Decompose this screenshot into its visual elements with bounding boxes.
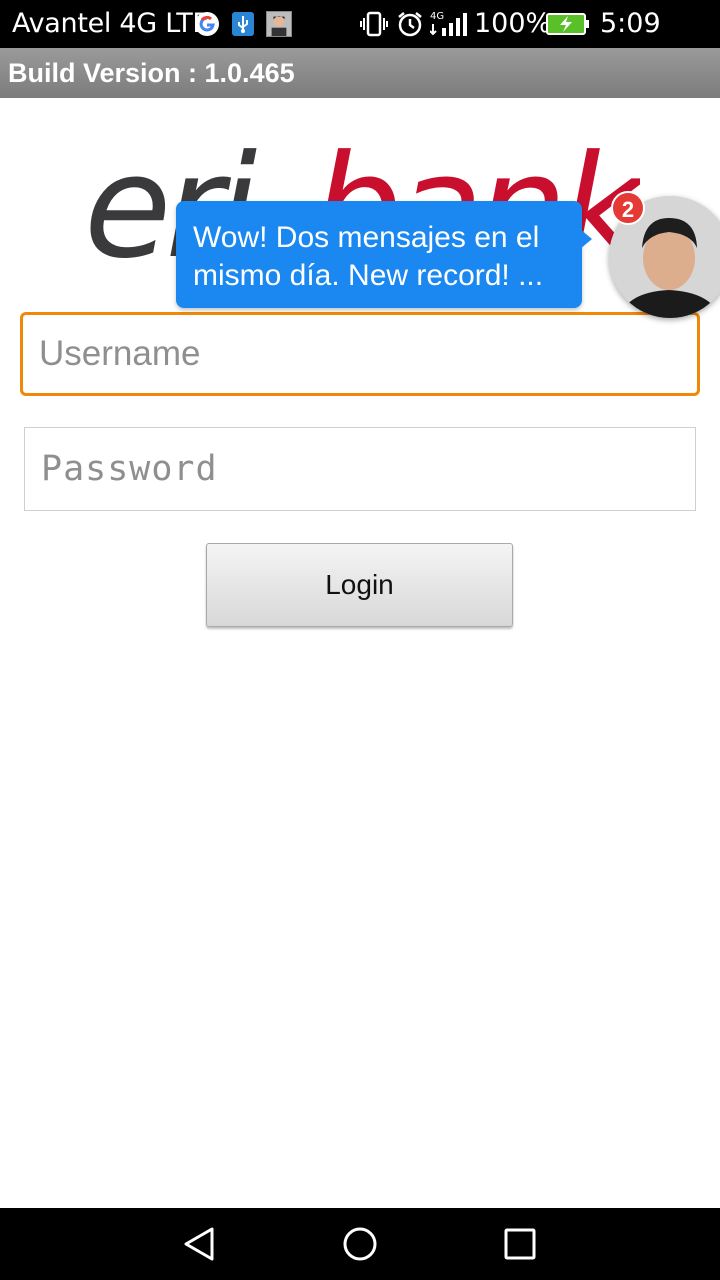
battery-charging-icon (546, 13, 589, 35)
vibrate-icon (360, 11, 388, 37)
password-field[interactable] (24, 427, 696, 511)
google-icon (195, 12, 219, 36)
username-input[interactable] (23, 315, 697, 393)
signal-icon: 4G (430, 11, 467, 36)
chat-message-line-1: Wow! Dos mensajes en el (193, 221, 540, 254)
bubble-tail (580, 229, 592, 249)
usb-icon (232, 12, 254, 36)
chat-message-bubble[interactable]: Wow! Dos mensajes en el mismo día. New r… (176, 201, 592, 308)
unread-count-badge: 2 (611, 191, 645, 225)
chat-message-line-2: mismo día. New record! ... (193, 259, 544, 292)
home-icon[interactable] (340, 1224, 380, 1264)
contact-photo-icon (266, 11, 292, 37)
back-icon[interactable] (180, 1224, 220, 1264)
build-version-text: Build Version : 1.0.465 (8, 58, 295, 88)
battery-percent: 100% (474, 8, 552, 39)
status-bar: Avantel 4G LTE 4G 100% 5:09 p.m. (0, 0, 720, 71)
carrier-name: Avantel 4G LTE (12, 8, 210, 39)
login-button[interactable]: Login (206, 543, 513, 627)
recent-apps-icon[interactable] (500, 1224, 540, 1264)
navigation-bar (0, 1208, 720, 1280)
username-field[interactable] (20, 312, 700, 396)
build-version-bar: Build Version : 1.0.465 (0, 48, 720, 98)
network-type-label: 4G (430, 11, 444, 22)
alarm-icon (398, 12, 422, 37)
password-input[interactable] (25, 428, 695, 510)
